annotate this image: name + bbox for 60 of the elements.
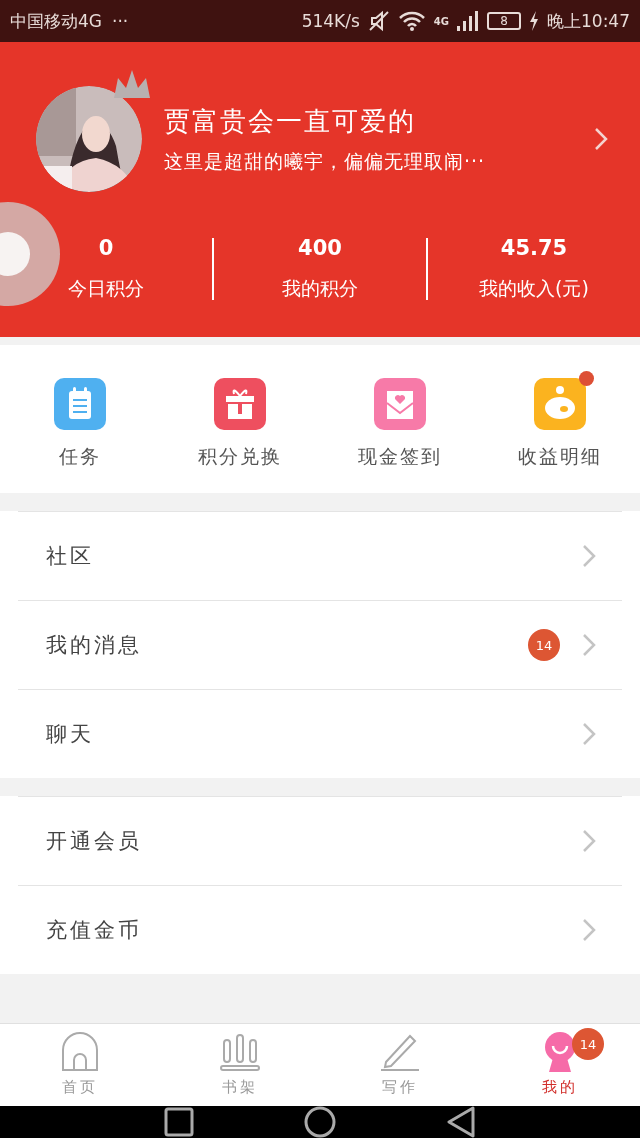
menu-label: 聊天 bbox=[46, 721, 95, 748]
pencil-icon bbox=[380, 1032, 420, 1072]
network-type: 4G bbox=[433, 15, 449, 27]
stat-value: 45.75 bbox=[500, 236, 568, 260]
gift-icon bbox=[214, 378, 266, 430]
notepad-icon bbox=[54, 378, 106, 430]
user-name: 贾富贵会一直可爱的 bbox=[164, 104, 417, 138]
chevron-right-icon bbox=[594, 127, 608, 151]
battery-level: 8 bbox=[487, 12, 521, 30]
signal-icon bbox=[457, 11, 479, 31]
chevron-right-icon bbox=[582, 829, 596, 853]
shortcut-label: 收益明细 bbox=[518, 444, 602, 469]
chevron-right-icon bbox=[582, 544, 596, 568]
tab-label: 首页 bbox=[62, 1078, 98, 1097]
shortcut-item[interactable]: 现金签到 bbox=[320, 368, 480, 470]
stat-label: 今日积分 bbox=[68, 276, 144, 301]
piggy-bank-icon bbox=[534, 378, 586, 430]
house-icon bbox=[60, 1032, 100, 1072]
shortcut-label: 积分兑换 bbox=[198, 444, 282, 469]
stat-value: 400 bbox=[298, 236, 342, 260]
count-badge: 14 bbox=[572, 1028, 604, 1060]
menu-label: 我的消息 bbox=[46, 632, 143, 659]
shortcut-item[interactable]: 任务 bbox=[0, 368, 160, 470]
clock-time: 晚上10:47 bbox=[547, 9, 630, 33]
bar-chart-icon bbox=[220, 1032, 260, 1072]
menu-row[interactable]: 开通会员 bbox=[18, 796, 622, 885]
menu-label: 开通会员 bbox=[46, 828, 143, 855]
home-icon[interactable] bbox=[304, 1105, 336, 1138]
menu-label: 充值金币 bbox=[46, 917, 143, 944]
carrier-label: 中国移动4G bbox=[10, 9, 102, 33]
menu-label: 社区 bbox=[46, 543, 95, 570]
tab-label: 我的 bbox=[542, 1078, 578, 1097]
count-badge: 14 bbox=[528, 629, 560, 661]
shortcut-item[interactable]: 积分兑换 bbox=[160, 368, 320, 470]
back-icon[interactable] bbox=[446, 1105, 476, 1138]
tab[interactable]: 14 我的 bbox=[480, 1023, 640, 1106]
stat-label: 我的积分 bbox=[282, 276, 358, 301]
chevron-right-icon bbox=[582, 722, 596, 746]
stat-label: 我的收入(元) bbox=[479, 276, 589, 301]
user-bio: 这里是超甜的曦宇，偏偏无理取闹··· bbox=[164, 148, 487, 174]
chevron-right-icon bbox=[582, 633, 596, 657]
network-speed: 514K/s bbox=[301, 11, 360, 31]
shortcut-item[interactable]: 收益明细 bbox=[480, 368, 640, 470]
charging-icon bbox=[529, 11, 539, 31]
mute-icon bbox=[367, 10, 390, 32]
tab-label: 书架 bbox=[222, 1078, 258, 1097]
menu-row[interactable]: 我的消息 14 bbox=[18, 600, 622, 689]
menu-row[interactable]: 社区 bbox=[18, 511, 622, 600]
menu-row[interactable]: 聊天 bbox=[18, 689, 622, 778]
shortcut-label: 任务 bbox=[59, 444, 101, 469]
tab-label: 写作 bbox=[382, 1078, 418, 1097]
recent-apps-icon[interactable] bbox=[164, 1106, 194, 1137]
chevron-right-icon bbox=[582, 918, 596, 942]
crown-icon bbox=[112, 70, 152, 100]
more-indicator: ··· bbox=[112, 11, 129, 31]
wifi-icon bbox=[397, 11, 426, 31]
envelope-icon bbox=[374, 378, 426, 430]
stat-value: 0 bbox=[98, 236, 114, 260]
menu-row[interactable]: 充值金币 bbox=[18, 885, 622, 974]
shortcut-label: 现金签到 bbox=[358, 444, 442, 469]
